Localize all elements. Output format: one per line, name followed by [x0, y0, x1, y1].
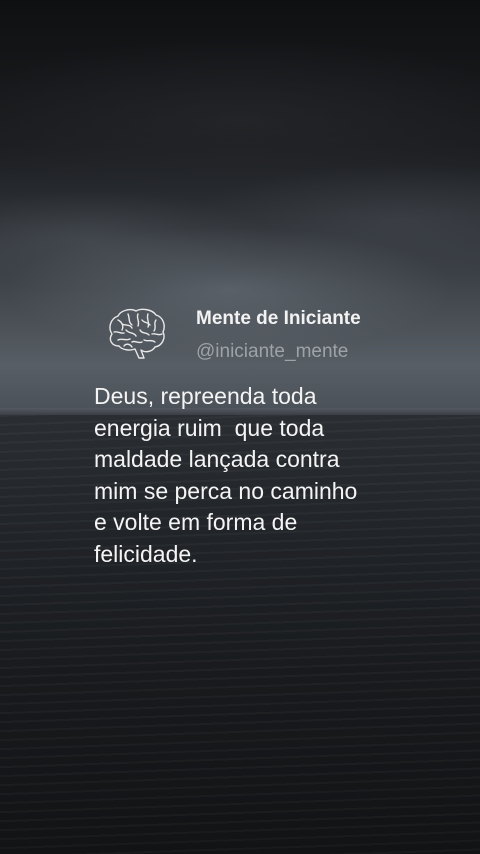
- post-header: Mente de Iniciante @iniciante_mente: [104, 303, 424, 363]
- quote-line: maldade lançada contra: [94, 446, 340, 472]
- quote-text: Deus, repreenda toda energia ruim que to…: [94, 381, 454, 570]
- quote-line: energia ruim que toda: [94, 414, 325, 441]
- quote-line: felicidade.: [94, 540, 198, 567]
- quote-line: mim se perca no caminho: [94, 477, 358, 504]
- brain-icon: [104, 306, 168, 360]
- author-name: Mente de Iniciante: [196, 308, 361, 329]
- author-handle: @iniciante_mente: [196, 341, 349, 362]
- quote-line: Deus, repreenda toda: [94, 383, 317, 409]
- quote-line: e volte em forma de: [94, 509, 298, 535]
